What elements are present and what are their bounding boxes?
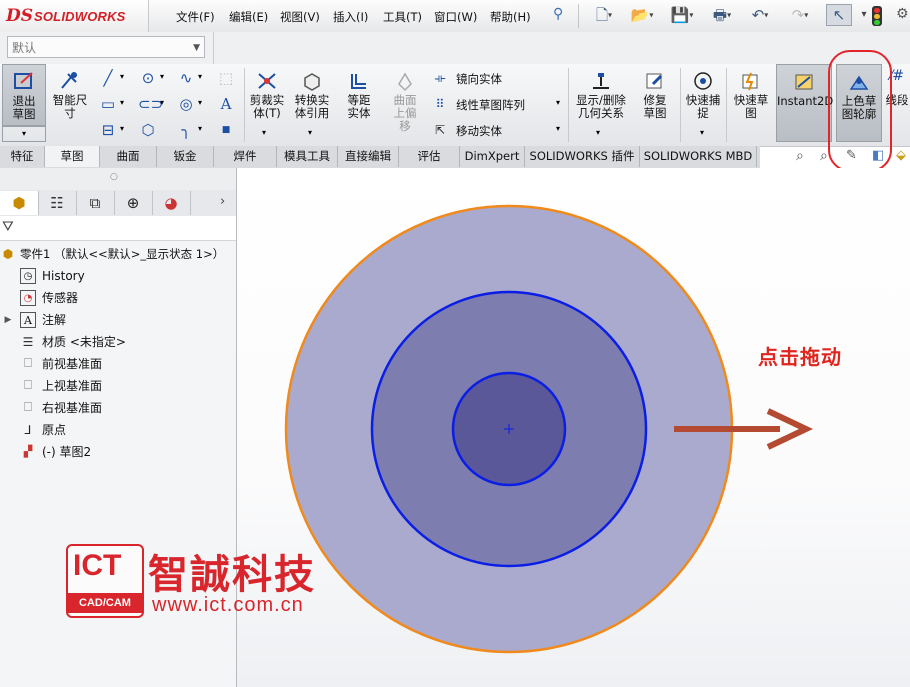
company-url: www.ict.com.cn xyxy=(152,594,304,616)
company-name: 智誠科技 xyxy=(148,552,316,598)
cadcam-text: CAD/CAM xyxy=(68,593,142,613)
ict-logo-text: ICT xyxy=(73,549,122,582)
ict-logo: ICT CAD/CAM xyxy=(66,544,144,618)
drag-annotation: 点击拖动 xyxy=(758,345,842,369)
